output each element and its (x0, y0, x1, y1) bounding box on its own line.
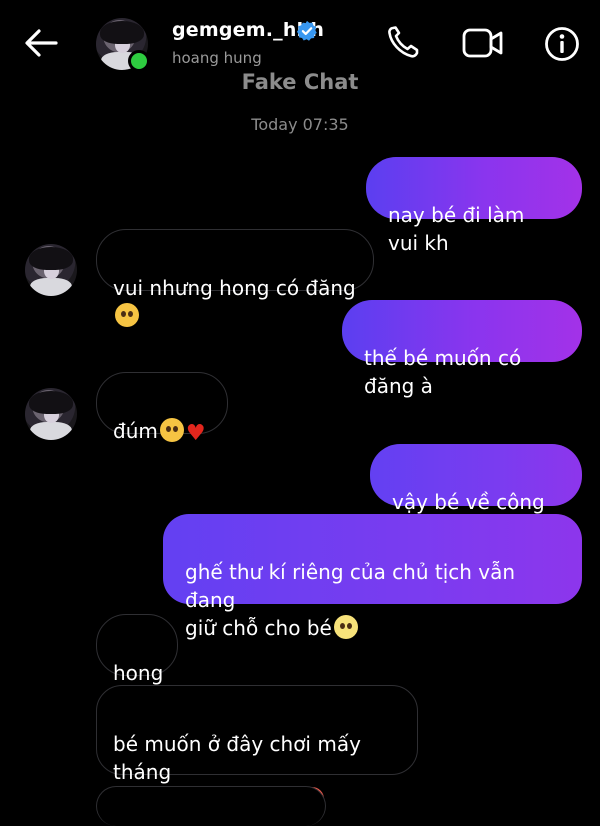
back-arrow-icon[interactable] (24, 28, 58, 58)
video-call-icon[interactable] (462, 27, 504, 59)
sent-message[interactable]: nay bé đi làm vui kh (366, 157, 582, 255)
sun-face-icon (333, 615, 358, 639)
received-message-partial[interactable] (96, 786, 326, 826)
info-icon[interactable] (544, 26, 580, 62)
message-text: vui nhưng hong có đăng (113, 276, 356, 300)
message-text: đúm (113, 419, 158, 443)
sender-avatar[interactable] (25, 388, 77, 440)
contact-display-name: hoang hung (172, 49, 262, 67)
message-text: thế bé muốn có đăng à (364, 346, 522, 398)
message-text: nay bé đi làm vui kh (388, 203, 525, 255)
chat-timestamp: Today 07:35 (251, 115, 349, 134)
received-message[interactable]: hong (96, 614, 178, 685)
verified-badge-icon (296, 20, 317, 41)
message-text: hong (113, 661, 164, 685)
red-heart-icon: ♥ (185, 421, 206, 446)
sender-avatar[interactable] (25, 244, 77, 296)
received-message[interactable]: vui nhưng hong có đăng (96, 229, 374, 327)
voice-call-icon[interactable] (386, 24, 420, 60)
sent-message[interactable]: ghế thư kí riêng của chủ tịch vẫn đang g… (163, 514, 582, 640)
watermark-text: Fake Chat (241, 70, 359, 94)
sent-message[interactable]: thế bé muốn có đăng à (342, 300, 582, 398)
sent-message[interactable]: vậy bé về công ty đi (370, 444, 582, 542)
crying-face-icon (159, 418, 184, 442)
received-message[interactable]: đúm ♥ (96, 372, 228, 446)
received-message[interactable]: bé muốn ở đây chơi mấy tháng với anh em … (96, 685, 418, 812)
online-status-icon (128, 50, 150, 72)
pleading-face-icon (115, 303, 139, 327)
